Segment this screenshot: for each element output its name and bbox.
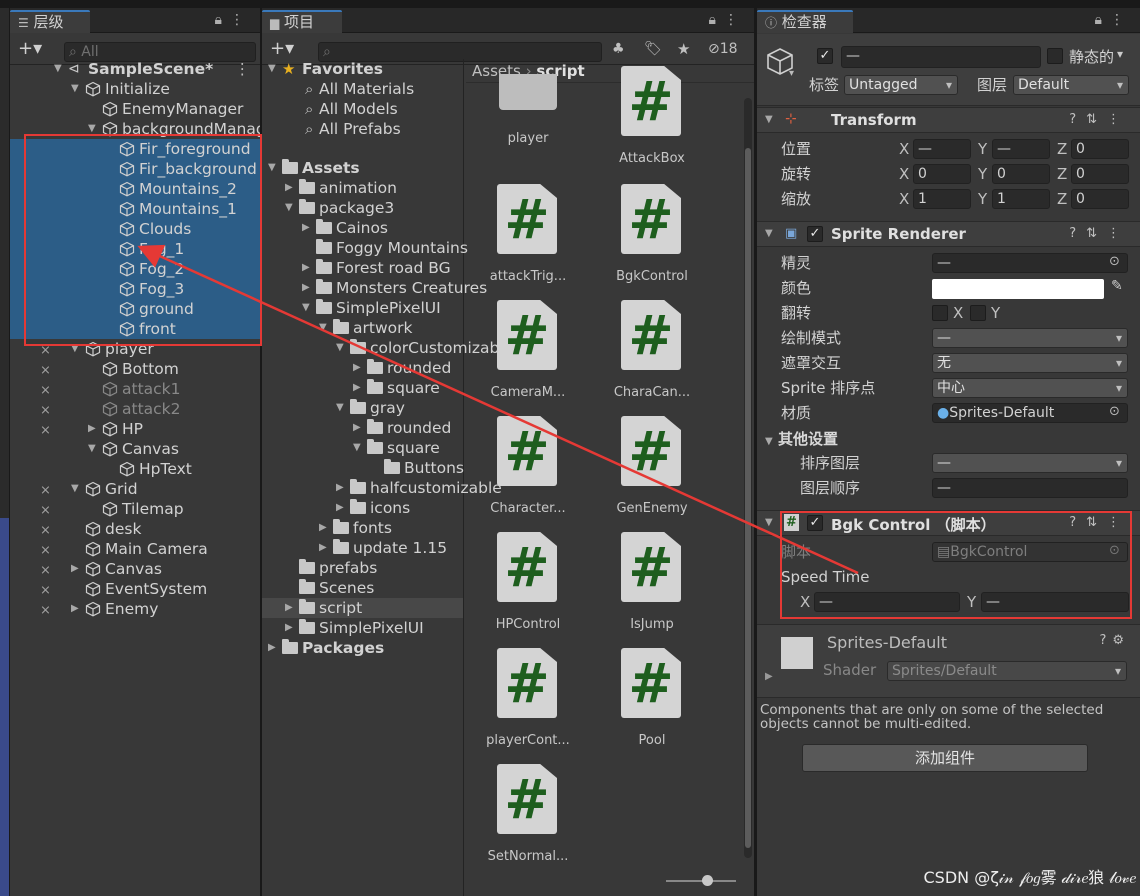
annotation-arrow: [137, 244, 859, 575]
